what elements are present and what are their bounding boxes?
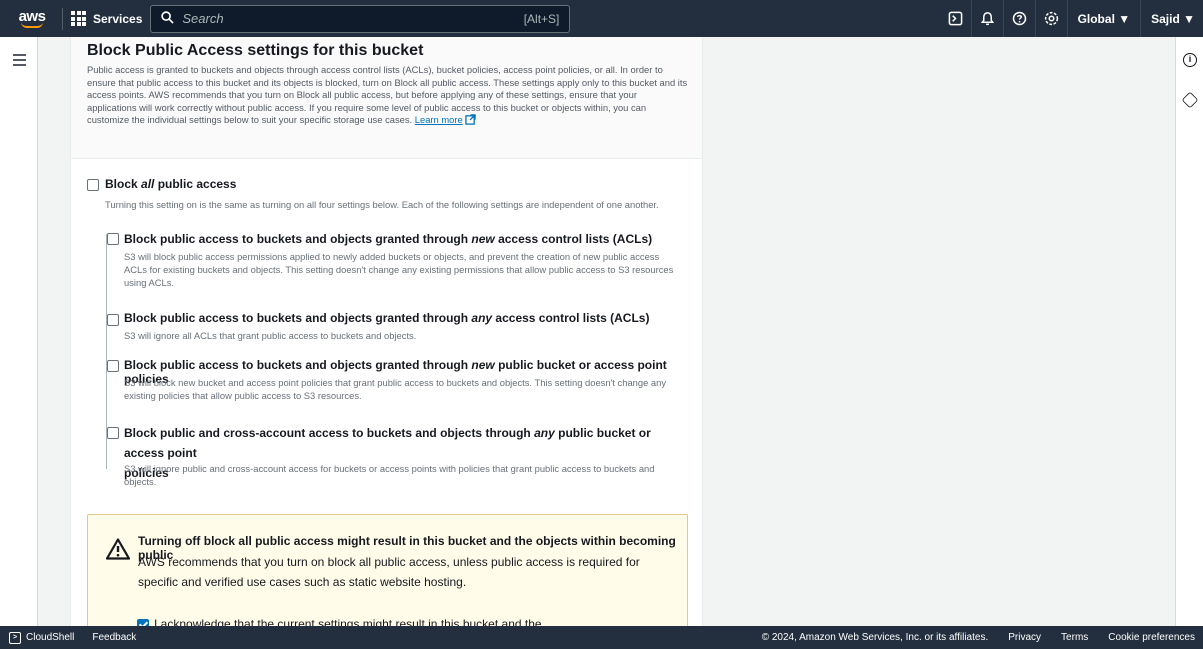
search-shortcut: [Alt+S]	[523, 11, 560, 26]
search-input[interactable]: Search [Alt+S]	[150, 4, 571, 33]
option-cross-account-description: S3 will ignore public and cross-account …	[124, 463, 655, 487]
cloudshell-footer-icon: >	[9, 631, 21, 644]
block-all-checkbox[interactable]	[87, 179, 99, 191]
warning-alert: Turning off block all public access migh…	[87, 514, 688, 626]
external-link-icon	[465, 114, 476, 129]
search-placeholder: Search	[182, 11, 224, 26]
region-selector[interactable]: Global ▼	[1068, 0, 1142, 37]
feedback-link[interactable]: Feedback	[92, 632, 136, 643]
learn-more-link[interactable]: Learn more	[415, 114, 463, 125]
option-any-acls-label: Block public access to buckets and objec…	[124, 311, 650, 325]
nav-right-group: Global ▼ Sajid ▼	[940, 0, 1203, 37]
top-navigation: aws Services Search [Alt+S] Global ▼ Saj…	[0, 0, 1203, 37]
menu-icon[interactable]	[13, 54, 26, 69]
option-new-acls-checkbox[interactable]	[107, 233, 119, 245]
bell-icon[interactable]	[972, 0, 1004, 37]
left-sidebar-rail	[0, 37, 38, 626]
warning-body: AWS recommends that you turn on block al…	[138, 555, 640, 589]
search-icon	[161, 10, 175, 27]
block-public-access-panel: Block Public Access settings for this bu…	[70, 37, 703, 626]
aws-logo-smile	[21, 22, 43, 28]
option-any-acls-checkbox[interactable]	[107, 314, 119, 326]
aws-logo[interactable]: aws	[12, 0, 52, 37]
info-icon[interactable]: i	[1183, 53, 1197, 67]
panel-title: Block Public Access settings for this bu…	[87, 42, 424, 59]
cookie-preferences-link[interactable]: Cookie preferences	[1108, 632, 1195, 643]
warning-icon	[105, 538, 131, 565]
user-menu[interactable]: Sajid ▼	[1141, 0, 1203, 37]
cloudshell-button[interactable]: > CloudShell	[9, 631, 75, 644]
acknowledge-label: I acknowledge that the current settings …	[154, 617, 542, 626]
option-new-acls-label: Block public access to buckets and objec…	[124, 232, 653, 246]
privacy-link[interactable]: Privacy	[1008, 632, 1041, 643]
panel-header: Block Public Access settings for this bu…	[71, 37, 702, 159]
block-all-label: Block all public access	[105, 177, 237, 191]
services-label: Services	[93, 11, 143, 26]
option-cross-account-checkbox[interactable]	[107, 427, 119, 439]
footer: > CloudShell Feedback © 2024, Amazon Web…	[0, 626, 1203, 649]
right-tools-rail: i	[1175, 37, 1203, 626]
acknowledge-checkbox[interactable]	[137, 619, 149, 626]
cloudshell-icon[interactable]	[940, 0, 972, 37]
settings-icon[interactable]	[1036, 0, 1068, 37]
block-all-description: Turning this setting on is the same as t…	[105, 199, 659, 210]
option-new-policies-description: S3 will block new bucket and access poin…	[124, 377, 667, 401]
feedback-icon[interactable]	[1181, 91, 1199, 109]
panel-description: Public access is granted to buckets and …	[87, 64, 688, 129]
services-menu-button[interactable]: Services	[71, 11, 142, 26]
terms-link[interactable]: Terms	[1061, 632, 1088, 643]
option-new-acls-description: S3 will block public access permissions …	[124, 251, 674, 288]
cloudshell-label: CloudShell	[26, 632, 75, 643]
help-icon[interactable]	[1004, 0, 1036, 37]
option-new-policies-checkbox[interactable]	[107, 360, 119, 372]
option-any-acls-description: S3 will ignore all ACLs that grant publi…	[124, 330, 417, 341]
services-grid-icon	[71, 11, 86, 26]
nav-divider	[62, 7, 63, 30]
copyright-text: © 2024, Amazon Web Services, Inc. or its…	[761, 632, 989, 643]
